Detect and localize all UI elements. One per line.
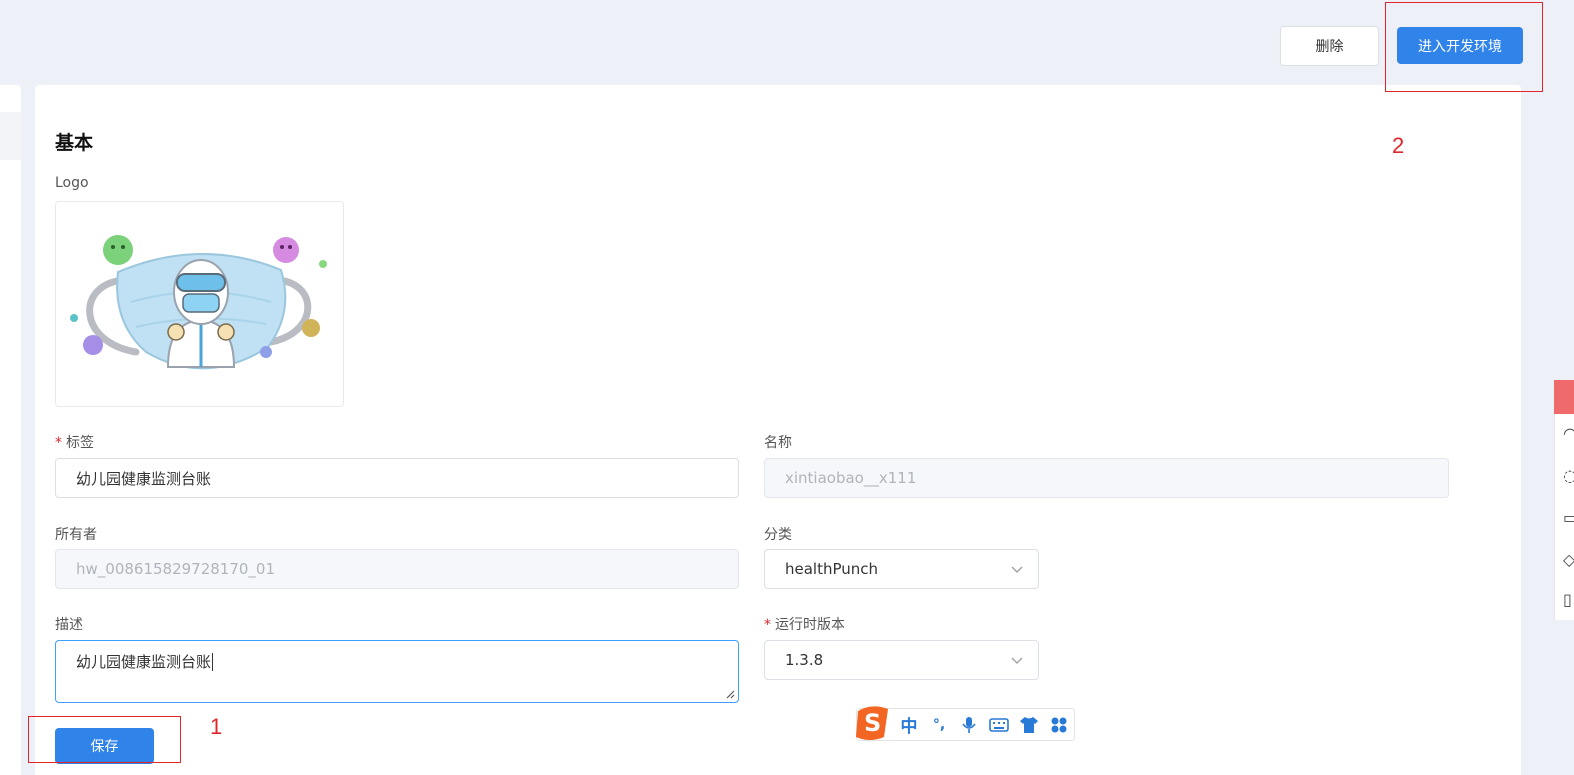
ime-punctuation-toggle[interactable]: °, — [927, 713, 951, 737]
description-textarea[interactable]: 幼儿园健康监测台账 — [55, 640, 739, 703]
category-select-value: healthPunch — [785, 560, 879, 578]
category-label: 分类 — [764, 527, 792, 543]
keyboard-icon[interactable] — [987, 713, 1011, 737]
side-tool-icon[interactable]: ◌ — [1563, 466, 1574, 485]
description-label: 描述 — [55, 617, 83, 633]
logo-label: Logo — [55, 175, 89, 191]
logo-upload[interactable] — [55, 201, 344, 407]
left-sidebar-active-item[interactable] — [0, 112, 21, 160]
section-title: 基本 — [55, 132, 94, 154]
chevron-down-icon — [1011, 566, 1023, 574]
side-tool-icon[interactable]: ▭ — [1563, 508, 1574, 527]
annotation-box-2 — [1385, 2, 1543, 92]
category-select[interactable]: healthPunch — [764, 549, 1039, 589]
side-tool-icon[interactable]: ▯ — [1563, 590, 1572, 609]
left-sidebar — [0, 85, 21, 775]
runtime-label: * 运行时版本 — [764, 617, 845, 633]
sogou-logo-icon[interactable]: S — [852, 703, 894, 743]
microphone-icon[interactable] — [957, 713, 981, 737]
toolbox-grid-icon[interactable] — [1047, 713, 1071, 737]
owner-input: hw_008615829728170_01 — [55, 549, 739, 589]
side-tool-icon[interactable]: ◠ — [1563, 424, 1574, 443]
name-input: xintiaobao__x111 — [764, 458, 1449, 498]
tag-label: * 标签 — [55, 435, 94, 451]
annotation-marker-1: 1 — [210, 714, 223, 739]
chevron-down-icon — [1011, 657, 1023, 665]
text-cursor — [212, 653, 214, 671]
right-floating-toolbar[interactable] — [1554, 380, 1574, 620]
tag-input[interactable]: 幼儿园健康监测台账 — [55, 458, 739, 498]
ime-mode-toggle[interactable]: 中 — [897, 713, 921, 737]
annotation-marker-2: 2 — [1392, 133, 1405, 158]
description-text: 幼儿园健康监测台账 — [76, 653, 212, 671]
right-toolbar-top-item[interactable] — [1554, 380, 1574, 414]
resize-handle-icon[interactable] — [725, 689, 735, 699]
owner-label: 所有者 — [55, 527, 97, 543]
skin-shirt-icon[interactable] — [1017, 713, 1041, 737]
annotation-box-1 — [28, 716, 181, 763]
name-label: 名称 — [764, 435, 792, 451]
delete-button[interactable]: 删除 — [1280, 26, 1379, 66]
runtime-select[interactable]: 1.3.8 — [764, 640, 1039, 680]
svg-text:S: S — [864, 709, 881, 737]
runtime-select-value: 1.3.8 — [785, 651, 824, 669]
mask-doctor-logo-image — [70, 235, 327, 370]
side-tool-icon[interactable]: ◇ — [1563, 550, 1574, 569]
